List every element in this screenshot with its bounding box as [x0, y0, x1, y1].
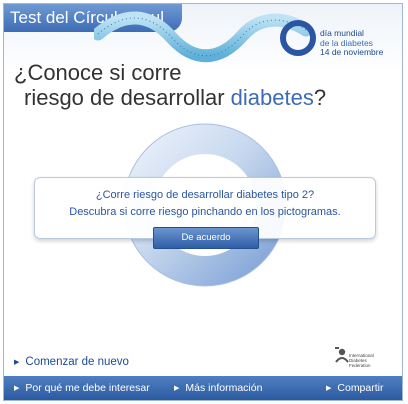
question-prefix: riesgo de desarrollar — [24, 85, 231, 110]
more-info-link[interactable]: ▶ Más información — [174, 376, 263, 400]
measuring-tape-icon — [94, 11, 316, 63]
test-window: Test del Círculo Azul día mundial de la … — [3, 3, 403, 401]
share-label: Compartir — [337, 382, 384, 394]
dialog-line-2: Descubra si corre riesgo pinchando en lo… — [69, 206, 341, 218]
idf-logo-text: International Diabetes Federation — [349, 353, 389, 369]
idf-logo-icon — [335, 347, 349, 363]
bottom-nav-bar: ▶ Por qué me debe interesar ▶ Más informac… — [4, 376, 402, 400]
idf-line-3: Federation — [349, 363, 371, 369]
event-line-3: 14 de noviembre — [320, 47, 384, 57]
question-suffix: ? — [313, 85, 327, 110]
world-diabetes-day-label: día mundial de la diabetes 14 de noviemb… — [320, 28, 384, 58]
triangle-right-icon: ▶ — [14, 385, 20, 392]
question-accent: diabetes — [230, 85, 314, 110]
more-info-label: Más información — [185, 382, 263, 394]
question-line-2: riesgo de desarrollar diabetes? — [24, 85, 326, 110]
why-care-link[interactable]: ▶ Por qué me debe interesar — [14, 376, 150, 400]
dialog-line-1: ¿Corre riesgo de desarrollar diabetes ti… — [95, 189, 315, 201]
triangle-right-icon: ▶ — [14, 359, 20, 366]
main-question: ¿Conoce si corre riesgo de desarrollar d… — [14, 60, 326, 110]
restart-link[interactable]: ▶ Comenzar de nuevo — [14, 356, 129, 368]
agree-button[interactable]: De acuerdo — [153, 227, 259, 249]
triangle-right-icon: ▶ — [326, 385, 332, 392]
question-line-1: ¿Conoce si corre — [14, 60, 182, 85]
triangle-right-icon: ▶ — [174, 385, 180, 392]
restart-label: Comenzar de nuevo — [25, 356, 129, 368]
why-care-label: Por qué me debe interesar — [25, 382, 150, 394]
share-link[interactable]: ▶ Compartir — [326, 376, 384, 400]
